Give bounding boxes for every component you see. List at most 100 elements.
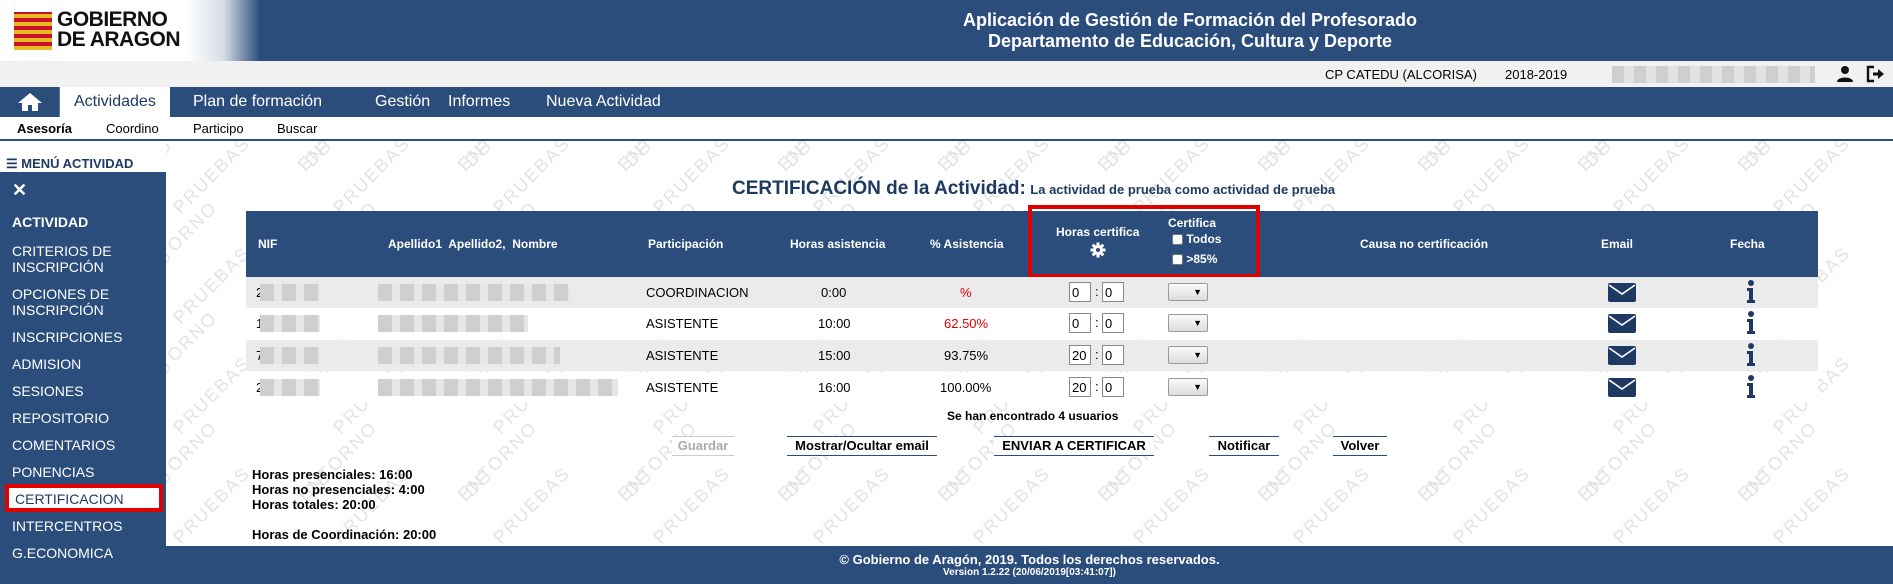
subnav-coordino[interactable]: Coordino — [106, 121, 159, 136]
mail-icon[interactable] — [1608, 378, 1636, 400]
horas-certifica-m[interactable]: 0 — [1102, 377, 1124, 397]
certifica-select[interactable]: ▼ — [1168, 378, 1208, 396]
mail-icon[interactable] — [1608, 346, 1636, 368]
logout-icon[interactable] — [1866, 65, 1886, 83]
watermark-word: PRUEBAS — [1609, 462, 1695, 546]
pct-asistencia: 93.75% — [944, 348, 989, 363]
mail-icon[interactable] — [1608, 314, 1636, 336]
watermark-word: PRUEBAS — [329, 141, 415, 218]
watermark-word: DE — [620, 465, 656, 501]
participacion: ASISTENTE — [646, 348, 719, 363]
horas-certifica-h[interactable]: 20 — [1069, 377, 1091, 397]
watermark-word: DE — [1420, 465, 1456, 501]
subnav-asesoria[interactable]: Asesoría — [17, 121, 72, 136]
watermark-word: DE — [940, 141, 976, 171]
watermark-word: DE — [1260, 465, 1296, 501]
watermark-word: ENTORNO — [166, 307, 222, 395]
watermark-word: ENTORNO — [166, 141, 222, 176]
mostrar-ocultar-email-button[interactable]: Mostrar/Ocultar email — [787, 436, 937, 456]
horas-certifica-m[interactable]: 0 — [1102, 282, 1124, 302]
sidebar-item-criterios[interactable]: CRITERIOS DE INSCRIPCIÓN — [12, 243, 162, 275]
watermark-word: DE — [166, 245, 176, 281]
enviar-a-certificar-button[interactable]: ENVIAR A CERTIFICAR — [994, 436, 1154, 456]
watermark-word: PRUEBAS — [649, 462, 735, 546]
horas-certifica-h[interactable]: 20 — [1069, 345, 1091, 365]
sidebar-item-ponencias[interactable]: PONENCIAS — [12, 464, 162, 480]
page-title: CERTIFICACIÓN de la Actividad: La activi… — [732, 178, 1335, 200]
sidebar-item-opciones[interactable]: OPCIONES DE INSCRIPCIÓN — [12, 286, 162, 318]
nav-actividades[interactable]: Actividades — [60, 87, 170, 117]
horas-presenciales: Horas presenciales: 16:00 — [252, 467, 413, 482]
watermark-word: DE — [460, 465, 496, 501]
watermark-word: DE — [1100, 141, 1136, 171]
footer-version: Version 1.2.22 (20/06/2019[03:41:07]) — [943, 567, 1116, 578]
info-icon[interactable] — [1746, 311, 1756, 338]
watermark-word: DE — [300, 141, 336, 171]
info-icon[interactable] — [1746, 343, 1756, 370]
sidebar-item-intercentros[interactable]: INTERCENTROS — [12, 518, 162, 534]
sidebar-item-g-economica[interactable]: G.ECONOMICA — [12, 545, 162, 561]
watermark-word: PRUEBAS — [1769, 462, 1855, 546]
close-icon[interactable]: ✕ — [12, 180, 27, 201]
logo-line-1: GOBIERNO — [57, 8, 168, 31]
watermark-word: DE — [460, 141, 496, 171]
name-redacted — [378, 347, 560, 364]
horas-certifica-m[interactable]: 0 — [1102, 345, 1124, 365]
user-icon[interactable] — [1836, 65, 1856, 83]
watermark-word: DE — [1100, 465, 1136, 501]
horas-certifica-h[interactable]: 0 — [1069, 282, 1091, 302]
sidebar-item-certificacion[interactable]: CERTIFICACION — [5, 484, 163, 512]
sidebar-item-sesiones[interactable]: SESIONES — [12, 383, 162, 399]
mail-icon[interactable] — [1608, 283, 1636, 305]
volver-button[interactable]: Volver — [1333, 436, 1387, 456]
watermark-word: PRUEBAS — [969, 462, 1055, 546]
nav-informes[interactable]: Informes — [434, 87, 524, 117]
certifica-select[interactable]: ▼ — [1168, 346, 1208, 364]
watermark-word: DE — [1740, 465, 1776, 501]
footer-copyright: © Gobierno de Aragón, 2019. Todos los de… — [839, 552, 1220, 567]
app-title-line-2: Departamento de Educación, Cultura y Dep… — [987, 31, 1393, 51]
watermark-word: DE — [1580, 465, 1616, 501]
info-icon[interactable] — [1746, 280, 1756, 307]
sidebar-item-repositorio[interactable]: REPOSITORIO — [12, 410, 162, 426]
watermark-word: ENTORNO — [166, 197, 222, 285]
home-button[interactable] — [0, 87, 60, 117]
watermark-word: ENTORNO — [294, 141, 382, 176]
sidebar-heading: ACTIVIDAD — [12, 214, 89, 230]
sidebar-item-comentarios[interactable]: COMENTARIOS — [12, 437, 162, 453]
watermark-word: DE — [1580, 141, 1616, 171]
page-title-main: CERTIFICACIÓN de la Actividad: — [732, 178, 1026, 199]
subnav-buscar[interactable]: Buscar — [277, 121, 317, 136]
sidebar-item-inscripciones[interactable]: INSCRIPCIONES — [12, 329, 162, 345]
sidebar-item-admision[interactable]: ADMISION — [12, 356, 162, 372]
watermark-word: DE — [780, 465, 816, 501]
col-email: Email — [1601, 237, 1634, 251]
certifica-highlight — [1028, 205, 1260, 278]
nav-plan-formacion[interactable]: Plan de formación — [179, 87, 336, 117]
app-title-line-1: Aplicación de Gestión de Formación del P… — [962, 10, 1418, 30]
menu-actividad-title[interactable]: ☰ MENÚ ACTIVIDAD — [6, 156, 133, 172]
name-redacted — [378, 284, 570, 301]
horas-totales: Horas totales: 20:00 — [252, 497, 376, 512]
col-nif: NIF — [258, 237, 278, 251]
horas-certifica-m[interactable]: 0 — [1102, 313, 1124, 333]
aragon-flag-icon — [14, 12, 52, 50]
watermark-word: ENTORNO — [1253, 417, 1342, 505]
name-redacted — [378, 315, 528, 332]
col-name: Apellido1 Apellido2, Nombre — [388, 237, 558, 251]
certifica-select[interactable]: ▼ — [1168, 283, 1208, 301]
watermark-word: PRUEBAS — [169, 242, 255, 328]
watermark-word: PRUEBAS — [489, 141, 575, 218]
nav-gestion[interactable]: Gestión — [361, 87, 444, 117]
watermark-word: PRUEBAS — [1449, 462, 1535, 546]
nav-nueva-actividad[interactable]: Nueva Actividad — [532, 87, 675, 117]
watermark-word: ENTORNO — [1733, 417, 1822, 505]
watermark-word: PRUEBAS — [1769, 141, 1855, 218]
info-icon[interactable] — [1746, 375, 1756, 402]
guardar-button[interactable]: Guardar — [672, 436, 734, 456]
notificar-button[interactable]: Notificar — [1209, 436, 1279, 456]
horas-asistencia: 15:00 — [818, 348, 851, 363]
subnav-participo[interactable]: Participo — [193, 121, 244, 136]
horas-certifica-h[interactable]: 0 — [1069, 313, 1091, 333]
certifica-select[interactable]: ▼ — [1168, 314, 1208, 332]
